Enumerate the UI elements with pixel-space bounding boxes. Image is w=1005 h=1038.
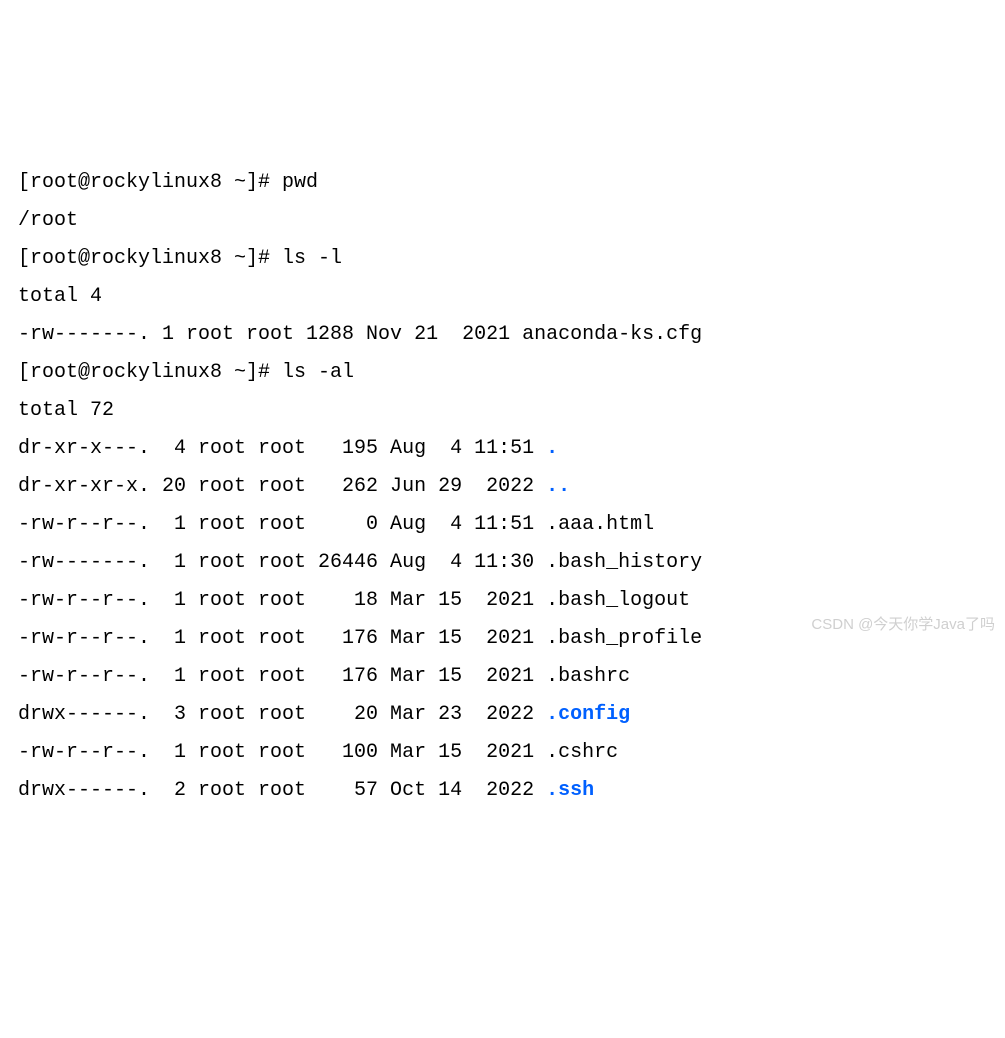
file-attrs: dr-xr-xr-x. 20 root root 262 Jun 29 2022 <box>18 475 546 498</box>
shell-prompt: [root@rockylinux8 ~]# <box>18 171 282 194</box>
directory-name: .config <box>546 703 630 726</box>
output-line: dr-xr-xr-x. 20 root root 262 Jun 29 2022… <box>18 468 987 506</box>
output-line: -rw-r--r--. 1 root root 176 Mar 15 2021 … <box>18 658 987 696</box>
terminal-output[interactable]: [root@rockylinux8 ~]# pwd/root[root@rock… <box>18 164 987 810</box>
command-text: ls -l <box>282 247 342 270</box>
directory-name: .. <box>546 475 570 498</box>
command-text: ls -al <box>282 361 354 384</box>
file-attrs: drwx------. 2 root root 57 Oct 14 2022 <box>18 779 546 802</box>
output-line: drwx------. 2 root root 57 Oct 14 2022 .… <box>18 772 987 810</box>
output-line: total 72 <box>18 392 987 430</box>
output-line: -rw-------. 1 root root 1288 Nov 21 2021… <box>18 316 987 354</box>
shell-prompt: [root@rockylinux8 ~]# <box>18 247 282 270</box>
command-line: [root@rockylinux8 ~]# pwd <box>18 164 987 202</box>
command-line: [root@rockylinux8 ~]# ls -al <box>18 354 987 392</box>
command-text: pwd <box>282 171 318 194</box>
command-line: [root@rockylinux8 ~]# ls -l <box>18 240 987 278</box>
directory-name: .ssh <box>546 779 594 802</box>
output-line: dr-xr-x---. 4 root root 195 Aug 4 11:51 … <box>18 430 987 468</box>
output-line: -rw-r--r--. 1 root root 0 Aug 4 11:51 .a… <box>18 506 987 544</box>
output-line: -rw-r--r--. 1 root root 100 Mar 15 2021 … <box>18 734 987 772</box>
file-attrs: drwx------. 3 root root 20 Mar 23 2022 <box>18 703 546 726</box>
output-line: -rw-------. 1 root root 26446 Aug 4 11:3… <box>18 544 987 582</box>
output-line: /root <box>18 202 987 240</box>
directory-name: . <box>546 437 558 460</box>
file-attrs: dr-xr-x---. 4 root root 195 Aug 4 11:51 <box>18 437 546 460</box>
shell-prompt: [root@rockylinux8 ~]# <box>18 361 282 384</box>
watermark-text: CSDN @今天你学Java了吗 <box>811 611 995 640</box>
output-line: total 4 <box>18 278 987 316</box>
output-line: drwx------. 3 root root 20 Mar 23 2022 .… <box>18 696 987 734</box>
